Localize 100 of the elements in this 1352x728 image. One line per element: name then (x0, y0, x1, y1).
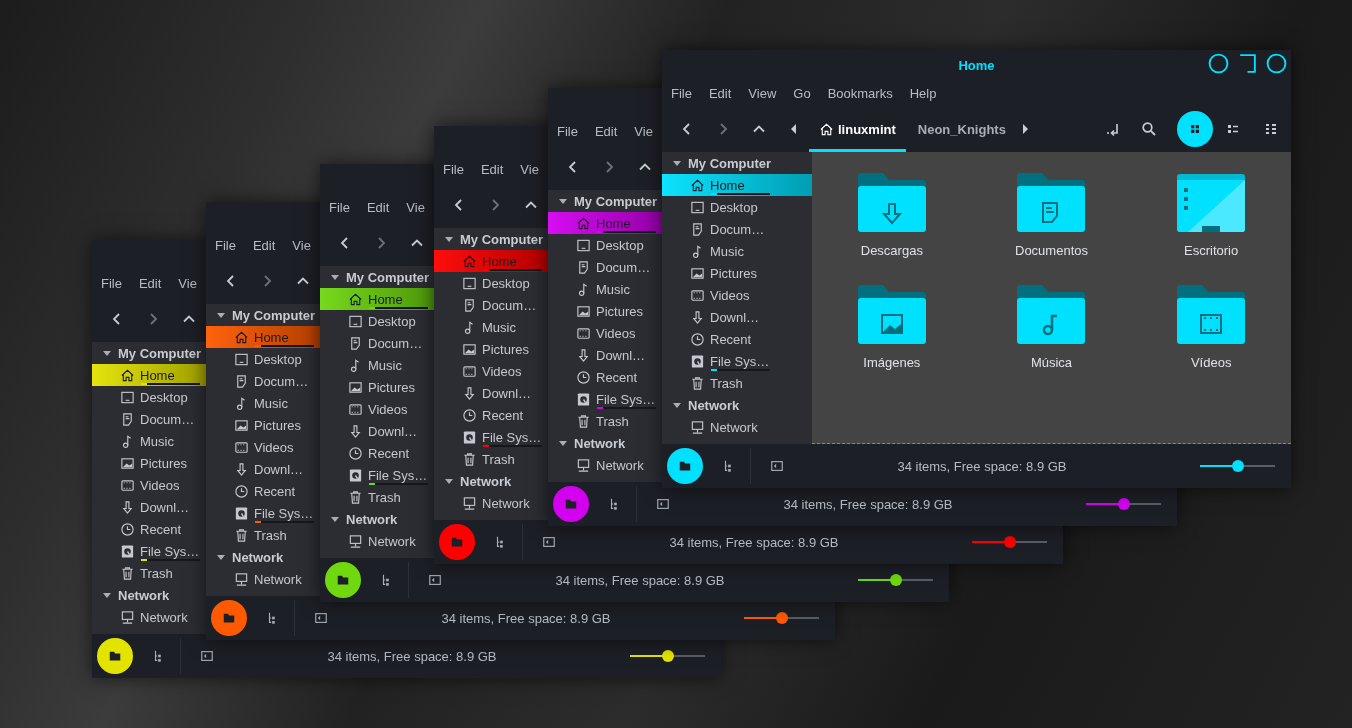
sidebar-item[interactable]: Recent (548, 366, 662, 388)
menu-item[interactable]: File (215, 237, 236, 253)
sidebar-item[interactable]: Music (548, 278, 662, 300)
sidebar-item[interactable]: Downl… (434, 382, 548, 404)
minimize-icon[interactable] (1208, 53, 1229, 74)
sidebar-item[interactable]: File Sys… (434, 426, 548, 448)
sidebar-item[interactable]: Videos (206, 436, 320, 458)
sidebar-item[interactable]: Pictures (548, 300, 662, 322)
sidebar-item[interactable]: Pictures (92, 452, 206, 474)
sidebar-item[interactable]: Pictures (662, 262, 812, 284)
menu-item[interactable]: File (557, 123, 578, 139)
section-header[interactable]: Network (320, 508, 434, 530)
search-icon[interactable] (1141, 121, 1157, 137)
sidebar-item[interactable]: Recent (206, 480, 320, 502)
zoom-slider[interactable] (744, 612, 819, 624)
section-header[interactable]: Network (548, 432, 662, 454)
section-header[interactable]: My Computer (662, 152, 812, 174)
folder-item[interactable]: Música (971, 284, 1132, 370)
menu-item[interactable]: Edit (252, 237, 276, 253)
folder-item[interactable]: Imágenes (812, 284, 972, 370)
sidebar-item[interactable]: Music (206, 392, 320, 414)
sidebar-item[interactable]: Videos (662, 284, 812, 306)
sidebar-item[interactable]: Home (206, 326, 320, 348)
sidebar-item[interactable]: Trash (320, 486, 434, 508)
section-header[interactable]: My Computer (320, 266, 434, 288)
places-button[interactable] (211, 600, 247, 636)
menu-item[interactable]: Vie (634, 123, 653, 139)
caret-icon[interactable] (672, 158, 682, 168)
sidebar-item[interactable]: Network (434, 492, 548, 514)
places-button[interactable] (325, 562, 361, 598)
sidebar-item[interactable]: Downl… (206, 458, 320, 480)
menu-item[interactable]: File (671, 85, 692, 101)
menu-item[interactable]: Edit (480, 161, 504, 177)
zoom-slider[interactable] (1086, 498, 1161, 510)
menu-item[interactable]: Edit (594, 123, 618, 139)
caret-icon[interactable] (216, 552, 226, 562)
places-button[interactable] (667, 448, 703, 484)
sidebar-item[interactable]: Music (434, 316, 548, 338)
section-header[interactable]: My Computer (206, 304, 320, 326)
sidebar-item[interactable]: Docum… (548, 256, 662, 278)
close-icon[interactable] (1266, 53, 1287, 74)
zoom-slider[interactable] (630, 650, 705, 662)
sidebar-item[interactable]: Network (320, 530, 434, 552)
sidebar-item[interactable]: Docum… (320, 332, 434, 354)
sidebar-item[interactable]: File Sys… (548, 388, 662, 410)
menu-item[interactable]: File (443, 161, 464, 177)
sidebar-item[interactable]: Recent (662, 328, 812, 350)
sidebar-item[interactable]: Docum… (92, 408, 206, 430)
caret-icon[interactable] (102, 348, 112, 358)
menu-item[interactable]: File (329, 199, 350, 215)
folder-item[interactable]: Vídeos (1131, 284, 1291, 370)
caret-icon[interactable] (672, 400, 682, 410)
sidebar-item[interactable]: Pictures (320, 376, 434, 398)
path-button[interactable]: Neon_Knights (907, 106, 1016, 152)
section-header[interactable]: My Computer (548, 190, 662, 212)
sidebar-item[interactable]: Pictures (206, 414, 320, 436)
folder-item[interactable]: Descargas (812, 172, 972, 258)
folder-item[interactable]: Documentos (971, 172, 1132, 258)
menu-item[interactable]: Edit (708, 85, 732, 101)
caret-icon[interactable] (444, 476, 454, 486)
sidebar-item[interactable]: Downl… (320, 420, 434, 442)
section-header[interactable]: My Computer (434, 228, 548, 250)
sidebar-item[interactable]: Trash (434, 448, 548, 470)
sidebar-item[interactable]: File Sys… (206, 502, 320, 524)
sidebar-item[interactable]: Network (92, 606, 206, 628)
menu-item[interactable]: Edit (366, 199, 390, 215)
menu-item[interactable]: Vie (292, 237, 311, 253)
menu-item[interactable]: Vie (520, 161, 539, 177)
sidebar-item[interactable]: Trash (92, 562, 206, 584)
maximize-icon[interactable] (1237, 53, 1258, 74)
sidebar-item[interactable]: Desktop (320, 310, 434, 332)
caret-icon[interactable] (444, 234, 454, 244)
sidebar-item[interactable]: File Sys… (662, 350, 812, 372)
folder-item[interactable]: Escritorio (1131, 172, 1291, 258)
sidebar-toggle-icon[interactable] (428, 573, 442, 587)
caret-icon[interactable] (558, 438, 568, 448)
sidebar-item[interactable]: Videos (434, 360, 548, 382)
menu-item[interactable]: Go (793, 85, 811, 101)
sidebar-item[interactable]: Network (206, 568, 320, 590)
sidebar-item[interactable]: Downl… (662, 306, 812, 328)
sidebar-item[interactable]: Desktop (548, 234, 662, 256)
sidebar-item[interactable]: Desktop (92, 386, 206, 408)
sidebar-toggle-icon[interactable] (200, 649, 214, 663)
sidebar-item[interactable]: Music (662, 240, 812, 262)
zoom-slider[interactable] (1200, 460, 1275, 472)
places-button[interactable] (97, 638, 133, 674)
sidebar-item[interactable]: Videos (92, 474, 206, 496)
sidebar-toggle-icon[interactable] (656, 497, 670, 511)
sidebar-item[interactable]: Desktop (206, 348, 320, 370)
caret-icon[interactable] (330, 272, 340, 282)
menu-item[interactable]: Edit (138, 275, 162, 291)
caret-icon[interactable] (558, 196, 568, 206)
sidebar-item[interactable]: Pictures (434, 338, 548, 360)
sidebar-item[interactable]: Downl… (92, 496, 206, 518)
sidebar-item[interactable]: Network (662, 416, 812, 438)
menu-item[interactable]: Bookmarks (827, 85, 893, 101)
section-header[interactable]: Network (434, 470, 548, 492)
menu-item[interactable]: File (101, 275, 122, 291)
caret-icon[interactable] (330, 514, 340, 524)
menu-item[interactable]: Help (909, 85, 937, 101)
